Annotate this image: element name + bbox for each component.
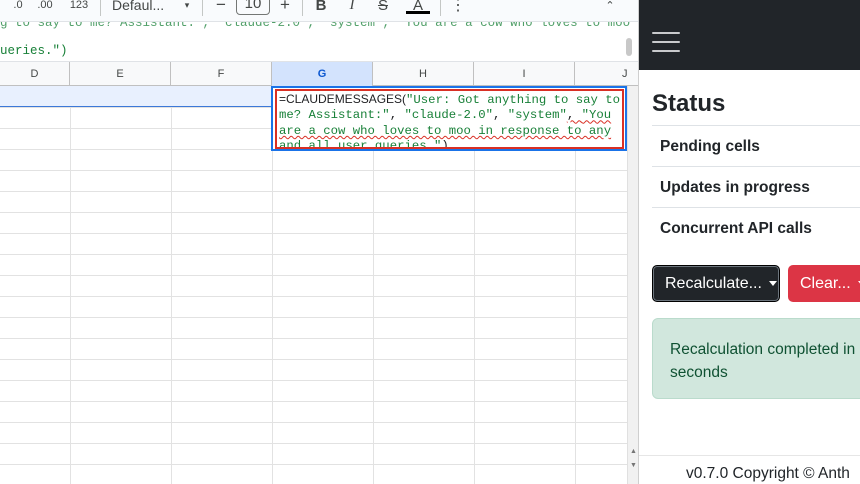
formula-bar-string: ueries.") [0,44,68,58]
status-row-updates-in-progress: Updates in progress [652,166,860,207]
alert-message: Recalculation completed in seconds [670,341,856,381]
status-label: Concurrent API calls [660,220,812,237]
status-heading: Status [652,90,726,117]
status-row-pending-cells: Pending cells [652,125,860,166]
status-label: Pending cells [660,138,760,155]
addon-sidebar: Status Pending cells Updates in progress… [638,0,860,484]
strikethrough-button[interactable]: S [374,0,392,17]
formula-separator: , [389,108,405,123]
font-family-dropdown[interactable]: Defaul... [112,0,178,17]
text-color-button[interactable]: A [408,0,428,17]
formula-separator-error: , [566,108,582,123]
formula-arg-role: "system" [507,108,567,123]
italic-button[interactable]: I [344,0,360,17]
toolbar-divider [440,0,441,16]
formula-arg-model: "claude-2.0" [404,108,494,123]
column-header-h[interactable]: H [373,62,474,86]
text-color-swatch [406,11,430,14]
sheets-toolbar: .0 .00 123 Defaul... ▾ − 10 + B I S A ⋮ … [0,0,638,22]
bold-button[interactable]: B [312,0,330,17]
column-header-e[interactable]: E [70,62,171,86]
format-number-button[interactable]: 123 [66,0,92,17]
formula-bar-text-line2: ueries.") [0,44,68,58]
clear-button-label: Clear... [800,274,851,292]
spreadsheet-area: .0 .00 123 Defaul... ▾ − 10 + B I S A ⋮ … [0,0,638,484]
scroll-down-arrow-icon[interactable]: ▼ [628,462,638,472]
column-header-j[interactable]: J [575,62,638,86]
recalculate-dropdown-button[interactable]: Recalculate... [652,265,780,302]
collapse-toolbar-chevron-icon[interactable]: ⌃ [600,0,620,17]
column-header-i[interactable]: I [474,62,575,86]
formula-bar-text-line1: g to say to me? Assistant:", "claude-2.0… [0,22,631,30]
formula-bar[interactable]: g to say to me? Assistant:", "claude-2.0… [0,22,638,62]
toolbar-divider [302,0,303,16]
chevron-down-icon[interactable]: ▾ [180,0,194,17]
increase-decimal-button[interactable]: .00 [34,0,56,17]
column-header-f[interactable]: F [171,62,272,86]
more-options-icon[interactable]: ⋮ [450,0,466,17]
status-label: Updates in progress [660,179,810,196]
toolbar-divider [202,0,203,16]
success-alert: Recalculation completed in seconds [652,318,860,399]
caret-down-icon [768,281,777,286]
status-row-concurrent-api-calls: Concurrent API calls [652,207,860,248]
decrease-decimal-button[interactable]: .0 [8,0,28,17]
increase-font-size-button[interactable]: + [276,0,294,17]
column-header-row: D E F G H I J [0,62,638,86]
hamburger-menu-icon[interactable] [652,30,682,54]
column-header-d[interactable]: D [0,62,70,86]
formula-bar-scrollbar[interactable] [626,38,632,56]
sidebar-navbar [639,0,860,70]
vertical-scrollbar[interactable]: ▲ ▼ [627,86,638,484]
column-header-g[interactable]: G [272,62,373,86]
formula-function: =CLAUDEMESSAGES( [279,92,407,106]
font-size-input[interactable]: 10 [236,0,270,15]
scroll-up-arrow-icon[interactable]: ▲ [628,448,638,458]
formula-input[interactable]: =CLAUDEMESSAGES("User: Got anything to s… [275,89,624,149]
formula-close-paren: ) [441,139,449,149]
clear-dropdown-button[interactable]: Clear... [788,265,860,302]
cell-editor[interactable]: =CLAUDEMESSAGES("User: Got anything to s… [271,86,627,151]
toolbar-divider [100,0,101,16]
version-copyright: v0.7.0 Copyright © Anth [686,465,850,482]
decrease-font-size-button[interactable]: − [212,0,230,17]
formula-separator: , [493,108,508,123]
recalculate-button-label: Recalculate... [665,274,762,292]
footer-divider [639,455,860,456]
